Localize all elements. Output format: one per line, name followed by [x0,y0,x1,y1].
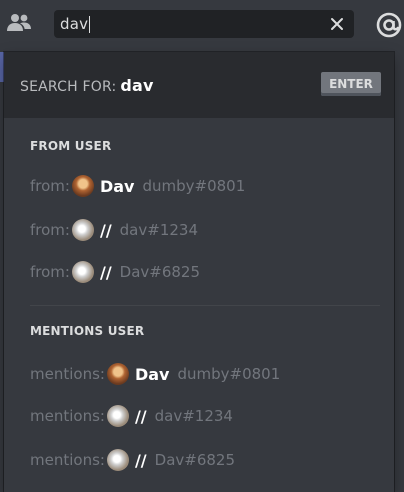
search-input-value: dav [60,15,89,33]
option-username: // [99,262,112,282]
option-user-tag: dav#1234 [154,407,233,425]
option-username: Dav [99,176,135,196]
option-username: // [99,220,112,240]
search-suggestions-popout: SEARCH FOR: dav ENTER FROM USER from: Dav… [4,52,394,492]
from-user-option[interactable]: from: // Dav#6825 [30,259,200,285]
avatar [71,261,94,283]
option-user-tag: Dav#6825 [154,451,236,469]
members-icon[interactable] [6,12,32,34]
avatar [71,175,94,197]
close-icon[interactable] [330,16,344,30]
option-prefix: mentions: [30,365,105,383]
channel-header: dav [0,0,404,52]
section-divider [30,305,380,306]
option-user-tag: Dav#6825 [119,263,201,281]
option-username: Dav [134,364,170,384]
avatar [106,363,129,385]
mentions-user-header: MENTIONS USER [30,324,145,338]
option-username: // [134,450,147,470]
option-prefix: mentions: [30,451,105,469]
option-prefix: mentions: [30,407,105,425]
option-prefix: from: [30,263,70,281]
avatar [106,405,129,427]
text-caret [89,15,91,33]
search-for-query: dav [120,76,154,95]
at-icon[interactable] [374,10,404,40]
search-for-option[interactable]: SEARCH FOR: dav ENTER [4,52,394,118]
mentions-user-option[interactable]: mentions: // dav#1234 [30,403,233,429]
from-user-header: FROM USER [30,139,112,153]
enter-key-badge: ENTER [321,72,381,96]
search-for-label: SEARCH FOR: dav [20,76,154,95]
avatar [71,219,94,241]
mentions-user-option[interactable]: mentions: // Dav#6825 [30,447,235,473]
from-user-option[interactable]: from: // dav#1234 [30,217,198,243]
option-user-tag: dav#1234 [119,221,198,239]
option-prefix: from: [30,221,70,239]
avatar [106,449,129,471]
search-input[interactable]: dav [54,10,354,38]
option-user-tag: dumby#0801 [177,365,281,383]
option-prefix: from: [30,177,70,195]
mentions-user-option[interactable]: mentions: Dav dumby#0801 [30,361,280,387]
from-user-option[interactable]: from: Dav dumby#0801 [30,173,245,199]
option-username: // [134,406,147,426]
option-user-tag: dumby#0801 [142,177,246,195]
